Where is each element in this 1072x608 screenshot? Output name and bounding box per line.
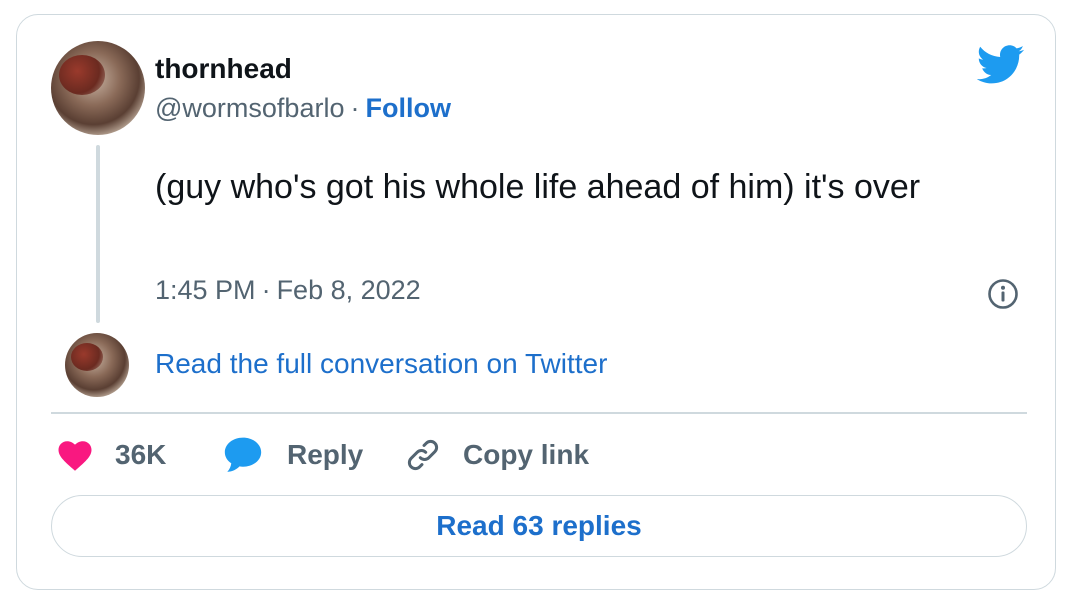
twitter-bird-icon[interactable]	[977, 45, 1025, 85]
read-replies-label: Read 63 replies	[436, 510, 642, 541]
reply-action[interactable]: Reply	[223, 435, 363, 475]
reply-label: Reply	[287, 439, 364, 470]
info-icon[interactable]	[987, 278, 1019, 310]
tweet-date: Feb 8, 2022	[276, 275, 421, 305]
meta-separator: ·	[261, 275, 271, 305]
copy-link-label: Copy link	[463, 439, 590, 470]
copy-link-action[interactable]: Copy link	[405, 435, 589, 475]
divider	[51, 412, 1027, 414]
heart-icon	[58, 441, 92, 471]
tweet-embed-card: thornhead @wormsofbarlo · Follow (guy who'…	[16, 14, 1056, 590]
speech-bubble-icon	[224, 437, 262, 472]
author-handle[interactable]: @wormsofbarlo	[155, 93, 344, 123]
author-display-name[interactable]: thornhead	[155, 53, 292, 85]
like-count: 36K	[115, 439, 167, 470]
thread-line	[96, 145, 100, 323]
link-icon	[407, 439, 439, 471]
tweet-text: (guy who's got his whole life ahead of h…	[155, 168, 921, 206]
read-full-conversation-link[interactable]: Read the full conversation on Twitter	[155, 348, 607, 380]
handle-separator: ·	[350, 93, 360, 123]
author-avatar[interactable]	[51, 41, 145, 135]
author-handle-row: @wormsofbarlo · Follow	[155, 93, 451, 124]
like-action[interactable]: 36K	[57, 435, 166, 475]
tweet-time: 1:45 PM	[155, 275, 256, 305]
follow-link[interactable]: Follow	[365, 93, 450, 123]
read-replies-button[interactable]: Read 63 replies	[51, 495, 1027, 557]
tweet-timestamp[interactable]: 1:45 PM · Feb 8, 2022	[155, 275, 421, 306]
conversation-avatar	[65, 333, 129, 397]
